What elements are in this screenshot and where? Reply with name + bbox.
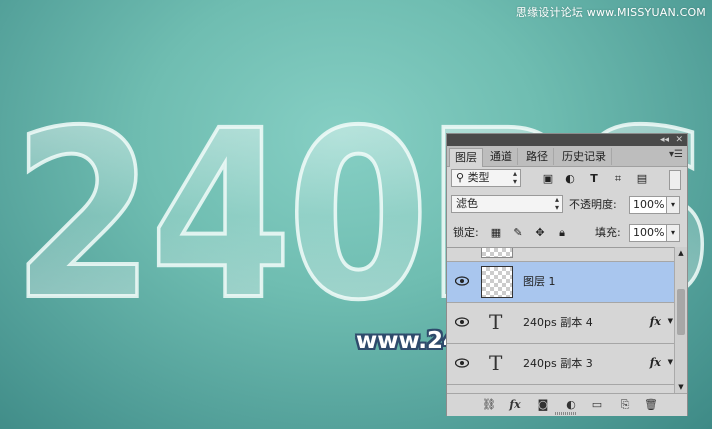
layer-row-partial[interactable] [447, 248, 675, 262]
blend-mode-select[interactable]: 滤色 ▴ ▾ [451, 195, 563, 213]
layer-effects-icon[interactable]: fx [650, 356, 661, 369]
filter-kind-label: 类型 [467, 171, 490, 184]
panel-title-strip[interactable] [447, 134, 687, 146]
pixel-filter-icon[interactable]: ▣ [541, 172, 555, 186]
collapse-panel-icon[interactable]: ◂◂ [660, 134, 669, 146]
adjustment-filter-icon[interactable]: ◐ [563, 172, 577, 186]
expand-effects-icon[interactable]: ▼ [668, 358, 673, 366]
layer-effects-icon[interactable]: fx [650, 315, 661, 328]
new-adjustment-icon[interactable]: ◐ [563, 397, 579, 413]
trash-icon[interactable]: 🗑︎ [643, 397, 659, 413]
layer-row[interactable]: T 240ps 副本 3 fx ▼ [447, 344, 675, 385]
smartobject-filter-icon[interactable]: ▤ [635, 172, 649, 186]
add-mask-icon[interactable]: ◙ [535, 397, 551, 413]
filter-toggle[interactable] [669, 170, 681, 190]
close-panel-icon[interactable]: ✕ [675, 134, 683, 146]
new-group-icon[interactable]: ▭ [589, 397, 605, 413]
expand-effects-icon[interactable]: ▼ [668, 317, 673, 325]
panel-menu-icon[interactable]: ▾☰ [669, 150, 683, 160]
scroll-up-icon[interactable]: ▲ [675, 249, 687, 257]
layers-panel: ◂◂ ✕ 图层 通道 路径 历史记录 ▾☰ ⚲ 类型 ▴ ▾ ▣ ◐ T ⌗ ▤ … [446, 133, 688, 416]
tab-paths[interactable]: 路径 [521, 148, 554, 165]
visibility-eye-icon[interactable] [455, 275, 469, 287]
layer-row[interactable]: T 240ps 副本 4 fx ▼ [447, 303, 675, 344]
search-icon: ⚲ [456, 171, 465, 184]
layers-list: 图层 1 T 240ps 副本 4 fx ▼ T 240ps 副本 3 fx ▼ [447, 247, 675, 394]
lock-label: 锁定: [453, 226, 479, 239]
text-layer-icon: T [489, 310, 503, 334]
lock-paint-icon[interactable]: ✎ [511, 226, 525, 240]
visibility-eye-icon[interactable] [455, 316, 469, 328]
fill-label: 填充: [595, 226, 621, 239]
opacity-label: 不透明度: [569, 198, 617, 211]
select-arrows-icon: ▴ ▾ [554, 195, 559, 212]
opacity-input[interactable]: 100% [629, 196, 667, 214]
visibility-eye-icon[interactable] [455, 357, 469, 369]
filter-kind-select[interactable]: ⚲ 类型 ▴ ▾ [451, 169, 521, 187]
layer-name[interactable]: 240ps 副本 4 [523, 315, 593, 331]
scroll-thumb[interactable] [677, 289, 685, 335]
blend-mode-value: 滤色 [456, 197, 478, 210]
layer-thumbnail [481, 248, 513, 258]
link-layers-icon[interactable]: ⛓ [481, 397, 497, 413]
shape-filter-icon[interactable]: ⌗ [611, 172, 625, 186]
layers-bottom-toolbar: ⛓ fx ◙ ◐ ▭ ⎘ 🗑︎ [447, 393, 687, 416]
opacity-dropdown-icon[interactable]: ▾ [666, 196, 680, 214]
layer-name[interactable]: 图层 1 [523, 274, 556, 290]
blend-row: 滤色 ▴ ▾ 不透明度: 100% ▾ [447, 194, 687, 216]
new-layer-icon[interactable]: ⎘ [617, 397, 633, 413]
type-filter-icon[interactable]: T [587, 172, 601, 186]
scroll-down-icon[interactable]: ▼ [675, 383, 687, 391]
fill-dropdown-icon[interactable]: ▾ [666, 224, 680, 242]
tab-history[interactable]: 历史记录 [557, 148, 612, 165]
text-layer-icon: T [489, 351, 503, 375]
layers-scrollbar[interactable]: ▲ ▼ [674, 247, 687, 393]
filter-row: ⚲ 类型 ▴ ▾ ▣ ◐ T ⌗ ▤ [447, 168, 687, 190]
fill-input[interactable]: 100% [629, 224, 667, 242]
layer-row[interactable]: 图层 1 [447, 262, 675, 303]
lock-row: 锁定: ▦ ✎ ✥ 🔒︎ 填充: 100% ▾ [447, 222, 687, 244]
lock-transparent-icon[interactable]: ▦ [489, 226, 503, 240]
layer-thumbnail [481, 266, 513, 298]
lock-all-icon[interactable]: 🔒︎ [555, 226, 569, 240]
resize-grip[interactable] [555, 412, 577, 415]
tab-channels[interactable]: 通道 [485, 148, 518, 165]
panel-tabs: 图层 通道 路径 历史记录 [447, 146, 687, 167]
tab-layers[interactable]: 图层 [449, 148, 483, 167]
add-style-icon[interactable]: fx [507, 397, 523, 413]
select-arrows-icon: ▴ ▾ [512, 169, 517, 186]
layer-name[interactable]: 240ps 副本 3 [523, 356, 593, 372]
lock-position-icon[interactable]: ✥ [533, 226, 547, 240]
